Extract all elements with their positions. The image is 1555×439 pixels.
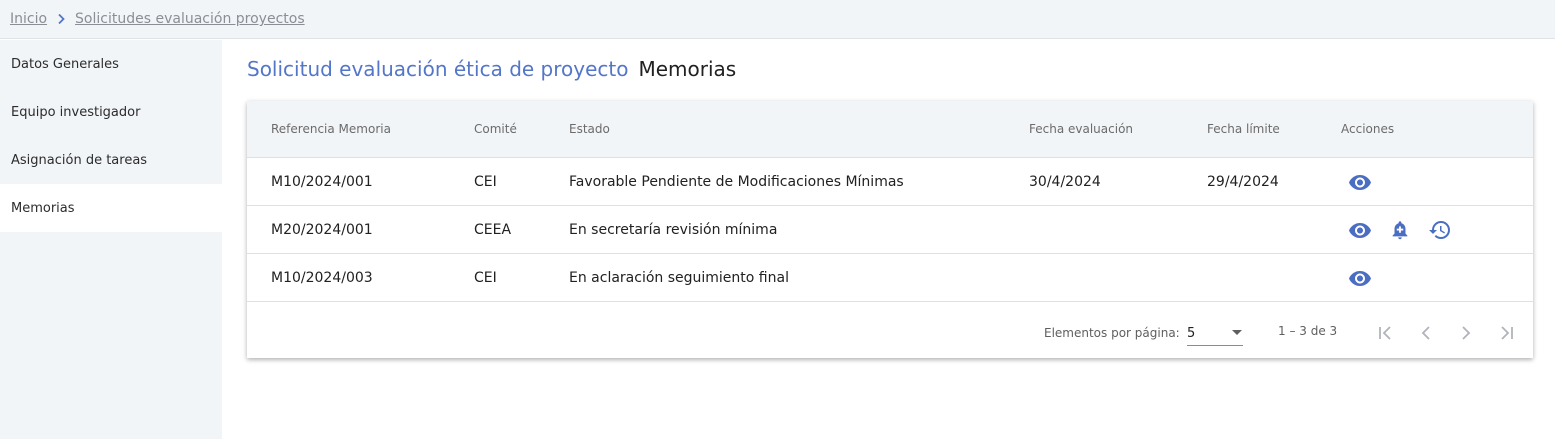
eye-icon[interactable] [1347, 265, 1373, 291]
eye-icon[interactable] [1347, 169, 1373, 195]
sidebar-item-asignacion-tareas[interactable]: Asignación de tareas [0, 136, 222, 184]
last-page-icon[interactable] [1491, 318, 1521, 348]
memorias-table-card: Referencia Memoria Comité Estado Fecha e… [247, 101, 1533, 358]
next-page-icon[interactable] [1451, 318, 1481, 348]
table-row: M20/2024/001 CEEA En secretaría revisión… [247, 206, 1533, 254]
column-header-fecha-evaluacion[interactable]: Fecha evaluación [1029, 101, 1133, 157]
sidebar-item-equipo-investigador[interactable]: Equipo investigador [0, 88, 222, 136]
column-header-referencia[interactable]: Referencia Memoria [271, 101, 391, 157]
cell-referencia: M20/2024/001 [271, 221, 373, 238]
cell-fecha-evaluacion: 30/4/2024 [1029, 173, 1101, 190]
page-title-section: Memorias [638, 57, 737, 81]
cell-estado: En aclaración seguimiento final [569, 269, 789, 286]
breadcrumb: Inicio Solicitudes evaluación proyectos [0, 0, 1555, 39]
chevron-right-icon [55, 12, 69, 26]
sidebar-item-memorias[interactable]: Memorias [0, 184, 222, 232]
bell-plus-icon[interactable] [1387, 217, 1413, 243]
column-header-comite[interactable]: Comité [474, 101, 517, 157]
breadcrumb-current-link[interactable]: Solicitudes evaluación proyectos [75, 11, 305, 27]
first-page-icon[interactable] [1371, 318, 1401, 348]
column-header-acciones: Acciones [1341, 122, 1395, 136]
table-row: M10/2024/001 CEI Favorable Pendiente de … [247, 158, 1533, 206]
table-row: M10/2024/003 CEI En aclaración seguimien… [247, 254, 1533, 302]
cell-acciones [1341, 206, 1453, 253]
cell-comite: CEI [474, 269, 497, 286]
cell-estado: Favorable Pendiente de Modificaciones Mí… [569, 173, 904, 190]
column-header-fecha-limite[interactable]: Fecha límite [1207, 101, 1280, 157]
cell-acciones [1341, 158, 1373, 205]
history-icon[interactable] [1427, 217, 1453, 243]
cell-acciones [1341, 254, 1373, 301]
page-size-value: 5 [1187, 326, 1196, 341]
cell-comite: CEEA [474, 221, 512, 238]
cell-referencia: M10/2024/001 [271, 173, 373, 190]
page-title: Solicitud evaluación ética de proyecto M… [247, 57, 736, 81]
eye-icon[interactable] [1347, 217, 1373, 243]
previous-page-icon[interactable] [1411, 318, 1441, 348]
cell-estado: En secretaría revisión mínima [569, 221, 778, 238]
cell-fecha-limite: 29/4/2024 [1207, 173, 1279, 190]
page-size-select[interactable]: 5 [1187, 322, 1243, 346]
sidebar-item-datos-generales[interactable]: Datos Generales [0, 40, 222, 88]
page-size-label: Elementos por página: [1044, 326, 1180, 340]
cell-referencia: M10/2024/003 [271, 269, 373, 286]
paginator: Elementos por página: 5 1 – 3 de 3 [247, 302, 1533, 358]
page-title-main: Solicitud evaluación ética de proyecto [247, 57, 629, 81]
cell-comite: CEI [474, 173, 497, 190]
sidebar: Datos Generales Equipo investigador Asig… [0, 40, 222, 439]
column-header-estado[interactable]: Estado [569, 101, 610, 157]
dropdown-arrow-icon [1231, 326, 1243, 341]
breadcrumb-home-link[interactable]: Inicio [10, 11, 47, 27]
page-range: 1 – 3 de 3 [1278, 324, 1338, 338]
table-header: Referencia Memoria Comité Estado Fecha e… [247, 101, 1533, 158]
